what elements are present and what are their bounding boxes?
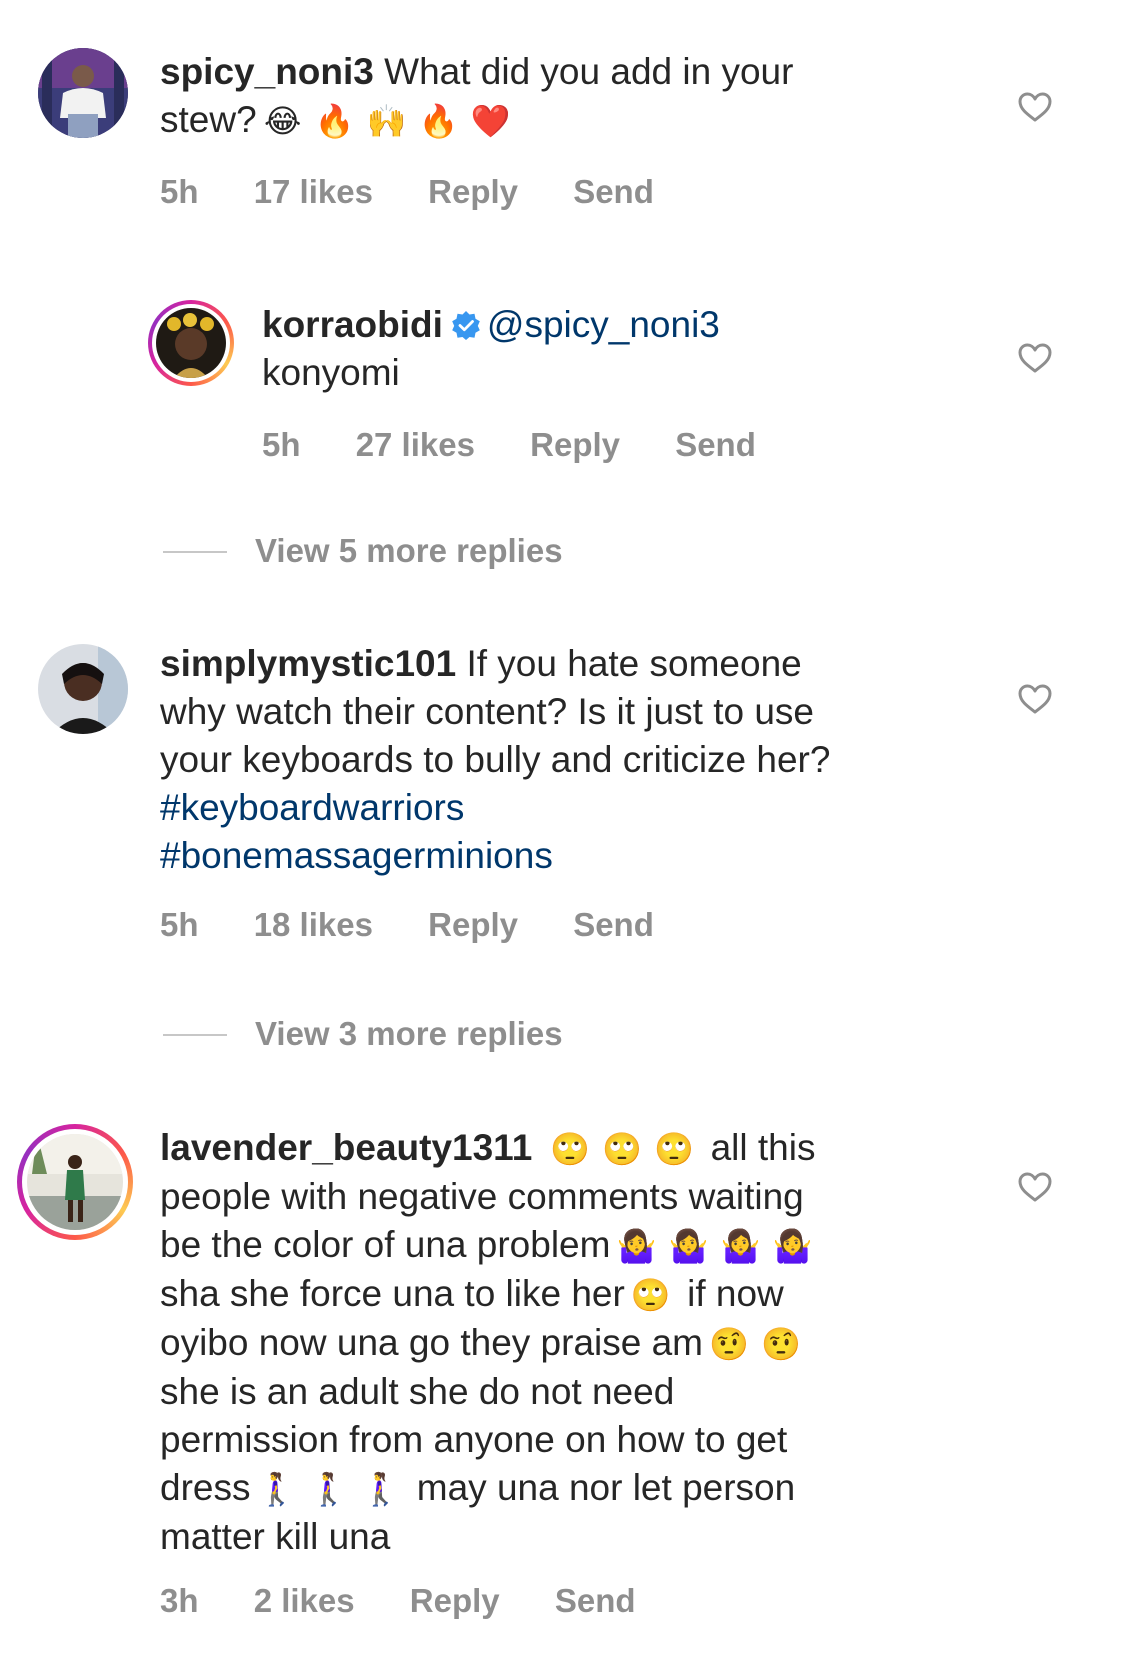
comment-body: simplymystic101 If you hate someone why …	[160, 640, 830, 880]
comment-meta: 3h 2 likes Reply Send	[160, 1582, 682, 1620]
emoji: 🙄	[602, 1130, 643, 1168]
reply-button[interactable]: Reply	[428, 906, 518, 943]
emoji: 🔥	[314, 102, 355, 140]
comment-text: If you hate someone	[466, 643, 802, 684]
emoji: 🤨	[761, 1325, 801, 1363]
emoji: 🙄	[654, 1130, 695, 1168]
comment-text-line8: dress	[160, 1467, 251, 1508]
comment-likes[interactable]: 18 likes	[254, 906, 373, 943]
avatar[interactable]	[38, 48, 128, 138]
emoji: 😂	[263, 102, 302, 140]
comment-spicy-noni3: spicy_noni3 What did you add in your ste…	[0, 0, 1125, 230]
comment-text-line2: stew?	[160, 99, 257, 140]
comment-body: lavender_beauty1311 🙄 🙄 🙄 all this people w…	[160, 1124, 818, 1561]
comment-text-line4b: if now	[687, 1273, 784, 1314]
comment-text-line9: matter kill una	[160, 1516, 391, 1557]
emoji: 🙄	[630, 1276, 671, 1314]
avatar-image	[38, 48, 128, 138]
emoji: 🚶‍♀️	[360, 1470, 401, 1508]
divider	[163, 1034, 227, 1036]
comment-time: 5h	[160, 906, 199, 943]
comment-meta: 5h 27 likes Reply Send	[262, 426, 802, 464]
avatar[interactable]	[17, 1124, 133, 1240]
reply-korraobidi: korraobidi @spicy_noni3 konyomi 5h 27 li…	[0, 280, 1125, 470]
view-replies-label: View 3 more replies	[255, 1015, 563, 1052]
avatar-image	[38, 644, 128, 734]
emoji: 🤷‍♀️	[616, 1227, 657, 1265]
send-button[interactable]: Send	[573, 173, 654, 210]
comment-text-line8b: may una nor let person	[416, 1467, 796, 1508]
heart-outline-icon[interactable]	[1017, 91, 1053, 123]
emoji: 🤷‍♀️	[668, 1227, 709, 1265]
comment-text-line5: oyibo now una go they praise am	[160, 1322, 704, 1363]
comment-text-line2: people with negative comments waiting	[160, 1176, 804, 1217]
emoji: 🤨	[709, 1325, 749, 1363]
reply-button[interactable]: Reply	[410, 1582, 500, 1619]
comment-time: 3h	[160, 1582, 199, 1619]
hashtag-link[interactable]: #bonemassagerminions	[160, 835, 553, 876]
emoji: 🙄	[550, 1130, 591, 1168]
comment-text: konyomi	[262, 352, 400, 393]
comment-text-line2: why watch their content? Is it just to u…	[160, 691, 814, 732]
heart-outline-icon[interactable]	[1017, 342, 1053, 374]
divider	[163, 551, 227, 553]
comment-body: korraobidi @spicy_noni3 konyomi	[262, 301, 720, 397]
reply-button[interactable]: Reply	[530, 426, 620, 463]
comment-likes[interactable]: 2 likes	[254, 1582, 355, 1619]
emoji: 🤷‍♀️	[720, 1227, 761, 1265]
comment-body: spicy_noni3 What did you add in your ste…	[160, 48, 793, 145]
view-replies-label: View 5 more replies	[255, 532, 563, 569]
comment-time: 5h	[262, 426, 301, 463]
emoji: 🔥	[418, 102, 459, 140]
comment-text-line3: be the color of una problem	[160, 1224, 611, 1265]
send-button[interactable]: Send	[573, 906, 654, 943]
comment-username[interactable]: lavender_beauty1311	[160, 1127, 532, 1168]
heart-outline-icon[interactable]	[1017, 1171, 1053, 1203]
emoji: 🙌	[366, 102, 407, 140]
avatar-image	[156, 308, 226, 378]
verified-badge-icon	[452, 311, 480, 340]
view-more-replies-button[interactable]: View 5 more replies	[163, 532, 663, 572]
comment-text-line4: sha she force una to like her	[160, 1273, 625, 1314]
emoji: ❤️	[470, 102, 511, 140]
comment-simplymystic101: simplymystic101 If you hate someone why …	[0, 620, 1125, 960]
comment-text-line6: she is an adult she do not need	[160, 1371, 675, 1412]
comment-text-line7: permission from anyone on how to get	[160, 1419, 788, 1460]
comment-meta: 5h 18 likes Reply Send	[160, 906, 700, 944]
comment-lavender-beauty1311: lavender_beauty1311 🙄 🙄 🙄 all this people w…	[0, 1110, 1125, 1670]
comment-username[interactable]: spicy_noni3	[160, 51, 374, 92]
comment-text-line3: your keyboards to bully and criticize he…	[160, 739, 831, 780]
emoji: 🚶‍♀️	[256, 1470, 297, 1508]
comment-text: What did you add in your	[384, 51, 794, 92]
avatar[interactable]	[38, 644, 128, 734]
comment-likes[interactable]: 17 likes	[254, 173, 373, 210]
emoji: 🤷‍♀️	[772, 1227, 813, 1265]
comment-meta: 5h 17 likes Reply Send	[160, 173, 700, 211]
comment-username[interactable]: korraobidi	[262, 304, 443, 345]
comment-username[interactable]: simplymystic101	[160, 643, 456, 684]
mention-link[interactable]: @spicy_noni3	[487, 304, 720, 345]
hashtag-link[interactable]: #keyboardwarriors	[160, 787, 464, 828]
view-more-replies-button[interactable]: View 3 more replies	[163, 1015, 663, 1055]
comment-text: all this	[710, 1127, 816, 1168]
emoji: 🚶‍♀️	[308, 1470, 349, 1508]
avatar[interactable]	[148, 300, 234, 386]
comment-likes[interactable]: 27 likes	[356, 426, 475, 463]
heart-outline-icon[interactable]	[1017, 683, 1053, 715]
comment-time: 5h	[160, 173, 199, 210]
send-button[interactable]: Send	[675, 426, 756, 463]
reply-button[interactable]: Reply	[428, 173, 518, 210]
send-button[interactable]: Send	[555, 1582, 636, 1619]
avatar-image	[27, 1134, 123, 1230]
